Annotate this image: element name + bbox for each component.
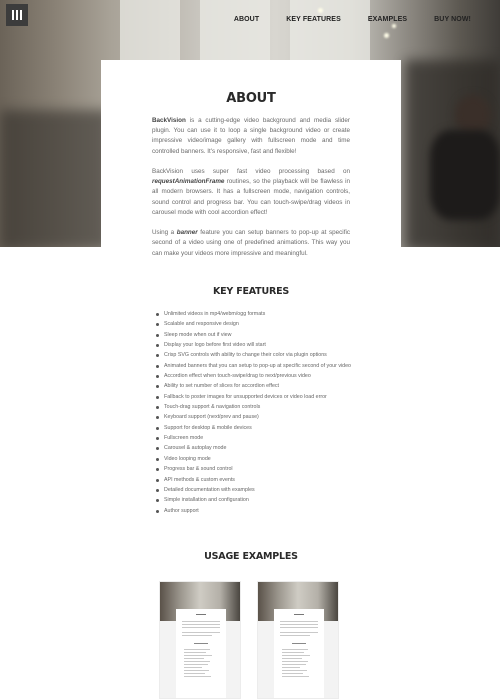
- nav-link-key-features[interactable]: KEY FEATURES: [286, 16, 341, 23]
- feature-item: Display your logo before first video wil…: [152, 340, 357, 350]
- menu-toggle-button[interactable]: [6, 4, 28, 26]
- feature-item: Author support: [152, 506, 357, 516]
- feature-item: Video looping mode: [152, 454, 357, 464]
- feature-item: Detailed documentation with examples: [152, 485, 357, 495]
- about-paragraph-2: BackVision uses super fast video process…: [152, 167, 350, 218]
- about-text: BackVision is a cutting-edge video backg…: [152, 116, 350, 269]
- thumbnail-card: [176, 609, 226, 698]
- feature-item: Touch-drag support & navigation controls: [152, 402, 357, 412]
- feature-item: Unlimited videos in mp4/webm/ogg formats: [152, 309, 357, 319]
- thumbnail-card: [274, 609, 324, 698]
- example-thumbnail[interactable]: [159, 581, 241, 699]
- feature-item: Support for desktop & mobile devices: [152, 423, 357, 433]
- feature-item: Accordion effect when touch-swipe/drag t…: [152, 371, 357, 381]
- brand-name: BackVision: [152, 117, 186, 124]
- nav-link-about[interactable]: ABOUT: [234, 16, 259, 23]
- about-heading: ABOUT: [226, 91, 276, 106]
- feature-item: Progress bar & sound control: [152, 464, 357, 474]
- nav-link-examples[interactable]: EXAMPLES: [368, 16, 407, 23]
- feature-item: Fallback to poster images for unsupporte…: [152, 392, 357, 402]
- feature-item: Carousel & autoplay mode: [152, 443, 357, 453]
- feature-item: API methods & custom events: [152, 475, 357, 485]
- usage-examples-heading: USAGE EXAMPLES: [204, 551, 298, 562]
- feature-item: Keyboard support (next/prev and pause): [152, 412, 357, 422]
- about-p2-emphasis: requestAnimationFrame: [152, 178, 225, 186]
- feature-item: Crisp SVG controls with ability to chang…: [152, 350, 357, 360]
- about-p2-start: BackVision uses super fast video process…: [152, 168, 350, 175]
- about-paragraph-1: BackVision is a cutting-edge video backg…: [152, 116, 350, 157]
- feature-item: Sleep mode when out if view: [152, 330, 357, 340]
- feature-item: Fullscreen mode: [152, 433, 357, 443]
- feature-list: Unlimited videos in mp4/webm/ogg formats…: [152, 309, 357, 516]
- menu-bar-icon: [16, 10, 18, 20]
- feature-item: Animated banners that you can setup to p…: [152, 361, 357, 371]
- content-card: ABOUT BackVision is a cutting-edge video…: [101, 60, 401, 700]
- feature-item: Simple installation and configuration: [152, 495, 357, 505]
- feature-item: Ability to set number of slices for acco…: [152, 381, 357, 391]
- about-p3-start: Using a: [152, 229, 177, 237]
- nav-link-buy-now[interactable]: BUY NOW!: [434, 16, 471, 23]
- top-nav: ABOUT KEY FEATURES EXAMPLES BUY NOW!: [207, 16, 471, 23]
- menu-bar-icon: [20, 10, 22, 20]
- example-thumbnail[interactable]: [257, 581, 339, 699]
- about-p3-emphasis: banner: [176, 229, 198, 237]
- menu-bar-icon: [12, 10, 14, 20]
- about-paragraph-3: Using a banner feature you can setup ban…: [152, 228, 350, 259]
- feature-item: Scalable and responsive design: [152, 319, 357, 329]
- key-features-heading: KEY FEATURES: [212, 286, 290, 297]
